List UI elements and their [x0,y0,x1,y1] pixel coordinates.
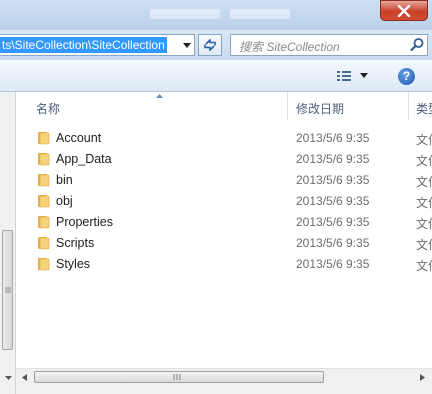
file-row-properties[interactable]: Properties 2013/5/6 9:35 文件夹 [16,212,432,233]
refresh-button[interactable] [198,34,222,56]
folder-icon [38,174,50,187]
file-type: 文件夹 [416,133,432,147]
address-dropdown-button[interactable] [180,35,194,55]
chevron-down-icon [4,375,12,380]
chevron-down-icon [183,42,191,48]
view-dropdown-icon[interactable] [360,73,368,78]
file-name: bin [56,173,73,187]
column-date-modified[interactable]: 修改日期 [296,100,344,117]
file-row-scripts[interactable]: Scripts 2013/5/6 9:35 文件夹 [16,233,432,254]
file-type: 文件夹 [416,238,432,252]
close-button[interactable] [380,0,428,21]
file-date: 2013/5/6 9:35 [296,173,370,187]
command-bar: ? [0,60,432,92]
column-name[interactable]: 名称 [36,100,60,117]
file-list: Account 2013/5/6 9:35 文件夹 App_Data 2013/… [16,128,432,275]
refresh-icon [204,39,216,51]
address-path[interactable]: ts\SiteCollection\SiteCollection [0,37,167,53]
folder-icon [38,258,50,271]
address-bar[interactable]: ts\SiteCollection\SiteCollection [0,34,195,56]
navigation-pane [0,92,16,394]
folder-icon [38,195,50,208]
view-options-icon[interactable] [337,70,351,82]
file-row-obj[interactable]: obj 2013/5/6 9:35 文件夹 [16,191,432,212]
file-row-styles[interactable]: Styles 2013/5/6 9:35 文件夹 [16,254,432,275]
horizontal-scrollbar[interactable] [16,368,432,385]
help-icon[interactable]: ? [398,68,415,85]
column-header: 名称 修改日期 类型 [16,92,432,120]
file-date: 2013/5/6 9:35 [296,236,370,250]
file-date: 2013/5/6 9:35 [296,152,370,166]
file-name: Styles [56,257,91,271]
scroll-right-button[interactable] [414,369,430,385]
folder-icon [38,132,50,145]
file-type: 文件夹 [416,154,432,168]
file-row-bin[interactable]: bin 2013/5/6 9:35 文件夹 [16,170,432,191]
address-bar-row: ts\SiteCollection\SiteCollection 搜索 Site… [0,30,432,60]
horizontal-scrollbar-thumb[interactable] [34,371,324,383]
scroll-grip-icon [5,287,11,293]
chevron-left-icon [21,373,27,381]
nav-scrollbar-thumb[interactable] [2,230,13,350]
file-name: Properties [56,215,113,229]
close-icon [397,4,411,17]
title-text-blurred [150,9,220,19]
chevron-right-icon [419,373,425,381]
file-name: obj [56,194,73,208]
search-placeholder: 搜索 SiteCollection [239,40,340,54]
title-text-blurred-2 [230,9,290,19]
folder-icon [38,237,50,250]
file-date: 2013/5/6 9:35 [296,215,370,229]
file-date: 2013/5/6 9:35 [296,131,370,145]
nav-scroll-down-button[interactable] [0,370,16,386]
search-input[interactable]: 搜索 SiteCollection [230,34,428,56]
search-icon[interactable] [409,37,425,53]
file-row-app-data[interactable]: App_Data 2013/5/6 9:35 文件夹 [16,149,432,170]
file-name: App_Data [56,152,112,166]
scroll-left-button[interactable] [16,369,32,385]
file-type: 文件夹 [416,175,432,189]
sort-ascending-icon [156,94,163,98]
column-divider[interactable] [408,92,409,120]
file-type: 文件夹 [416,217,432,231]
column-type[interactable]: 类型 [416,100,432,117]
scroll-grip-icon [173,374,181,380]
file-name: Account [56,131,102,145]
title-bar [0,0,432,30]
file-type: 文件夹 [416,259,432,273]
folder-icon [38,216,50,229]
column-divider[interactable] [287,92,288,120]
status-strip [16,385,432,394]
file-type: 文件夹 [416,196,432,210]
file-date: 2013/5/6 9:35 [296,194,370,208]
file-name: Scripts [56,236,95,250]
file-date: 2013/5/6 9:35 [296,257,370,271]
folder-icon [38,153,50,166]
file-row-account[interactable]: Account 2013/5/6 9:35 文件夹 [16,128,432,149]
